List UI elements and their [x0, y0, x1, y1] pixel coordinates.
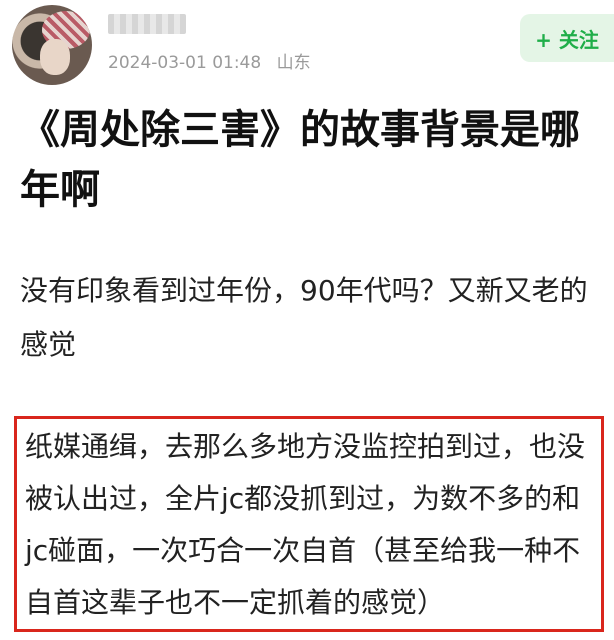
post-meta: 2024-03-01 01:48 山东	[108, 48, 311, 73]
post-location: 山东	[276, 53, 311, 73]
highlighted-reply-box: 纸媒通缉，去那么多地方没监控拍到过，也没被认出过，全片jc都没抓到过，为数不多的…	[14, 416, 604, 632]
avatar-face	[40, 39, 70, 75]
follow-button[interactable]: + 关注	[520, 14, 614, 62]
post-body: 没有印象看到过年份，90年代吗？又新又老的感觉	[20, 274, 588, 361]
post-title: 《周处除三害》的故事背景是哪年啊	[20, 107, 580, 213]
post-header: 2024-03-01 01:48 山东 + 关注	[0, 0, 614, 90]
avatar[interactable]	[12, 5, 92, 85]
username-redacted[interactable]	[108, 14, 186, 34]
highlighted-reply-text: 纸媒通缉，去那么多地方没监控拍到过，也没被认出过，全片jc都没抓到过，为数不多的…	[25, 430, 586, 619]
post-date: 2024-03-01 01:48	[108, 53, 262, 73]
